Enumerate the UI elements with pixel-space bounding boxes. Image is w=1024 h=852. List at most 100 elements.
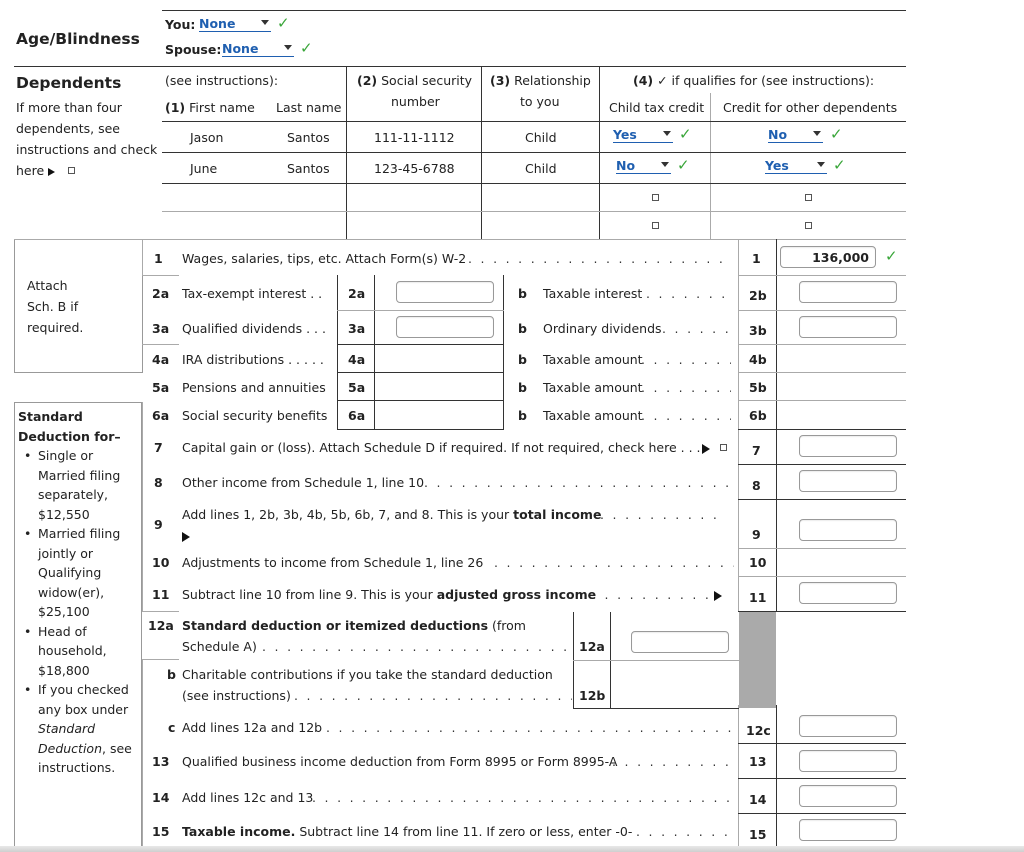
- line-number: 10: [152, 555, 170, 570]
- line3a-qualified-dividends-input[interactable]: [396, 316, 494, 338]
- you-age-blindness-select[interactable]: None: [199, 17, 271, 32]
- line-number: 7: [154, 440, 163, 455]
- line2a-label: Tax-exempt interest . .: [182, 286, 323, 301]
- box-number: 6b: [749, 408, 767, 423]
- col2-header-line2: number: [391, 94, 440, 109]
- deduction-item: Single or Married filing separately, $12…: [24, 446, 138, 524]
- line-letter: b: [518, 352, 527, 367]
- col3-header: (3) Relationship: [490, 73, 591, 88]
- line9-total-income-input[interactable]: [799, 519, 897, 541]
- divider: [738, 310, 906, 311]
- divider: [346, 66, 347, 240]
- spouse-label: Spouse:: [165, 42, 222, 57]
- standard-deduction-title: Deduction for–: [18, 428, 121, 444]
- box-number: 6a: [348, 408, 366, 423]
- line11-agi-input[interactable]: [799, 582, 897, 604]
- dependent-relationship: Child: [525, 130, 557, 145]
- line-number: 14: [152, 790, 170, 805]
- deduction-text: Married filing: [38, 526, 121, 541]
- line9-label-bold: total income: [513, 507, 602, 522]
- line5b-label: Taxable amount: [543, 380, 643, 395]
- col-num: (3): [490, 73, 511, 88]
- chevron-down-icon: [663, 131, 671, 136]
- line11-label: Subtract line 10 from line 9. This is yo…: [182, 587, 596, 602]
- divider: [776, 239, 777, 611]
- dependent-ssn: 111-11-1112: [374, 130, 455, 145]
- divider: [503, 275, 504, 429]
- deduction-amount: $25,100: [38, 604, 90, 619]
- dependent-first-name: Jason: [190, 130, 224, 145]
- line2b-taxable-interest-input[interactable]: [799, 281, 897, 303]
- line-number: 2a: [152, 286, 170, 301]
- divider: [142, 275, 179, 276]
- line-number: 5a: [152, 380, 170, 395]
- dependents-note: dependents, see: [16, 121, 120, 136]
- line3b-label: Ordinary dividends: [543, 321, 662, 336]
- leader-dots: . . . . . . . . . . . . . . . .: [600, 507, 724, 522]
- box-number: 13: [749, 754, 767, 769]
- line7-capital-gain-input[interactable]: [799, 435, 897, 457]
- child-tax-credit-checkbox[interactable]: [652, 222, 659, 229]
- child-tax-credit-checkbox[interactable]: [652, 194, 659, 201]
- arrow-right-icon: [48, 168, 56, 176]
- select-value: None: [222, 41, 259, 56]
- line-number: 4a: [152, 352, 170, 367]
- deduction-text: , see: [102, 740, 132, 756]
- select-value: Yes: [613, 127, 637, 142]
- divider: [738, 778, 906, 779]
- line2a-tax-exempt-interest-input[interactable]: [396, 281, 494, 303]
- divider: [738, 275, 906, 276]
- line12a-label-text: (from: [488, 618, 526, 633]
- divider: [142, 611, 179, 612]
- more-dependents-checkbox[interactable]: [68, 167, 75, 174]
- divider: [337, 372, 504, 373]
- line13-qbi-deduction-input[interactable]: [799, 750, 897, 772]
- deduction-text: Standard: [38, 721, 96, 736]
- line3b-ordinary-dividends-input[interactable]: [799, 316, 897, 338]
- divider: [738, 400, 906, 401]
- box-number: 3b: [749, 323, 767, 338]
- line1-wages-input[interactable]: [780, 246, 876, 268]
- attach-note: Attach: [27, 278, 68, 293]
- line-number: 12a: [148, 618, 174, 633]
- line-number: 15: [152, 824, 170, 839]
- line7-no-schedule-d-checkbox[interactable]: [720, 444, 727, 451]
- credit-other-select[interactable]: Yes: [765, 159, 827, 174]
- divider: [337, 310, 504, 311]
- child-tax-credit-select[interactable]: Yes: [613, 128, 673, 143]
- child-tax-credit-select[interactable]: No: [616, 159, 671, 174]
- box-number: 4a: [348, 352, 366, 367]
- divider: [162, 211, 906, 212]
- spouse-age-blindness-select[interactable]: None: [222, 42, 294, 57]
- divider: [142, 344, 179, 345]
- credit-other-checkbox[interactable]: [805, 222, 812, 229]
- line-number: 6a: [152, 408, 170, 423]
- credit-other-checkbox[interactable]: [805, 194, 812, 201]
- deduction-text: jointly or: [38, 545, 94, 561]
- line4b-label: Taxable amount: [543, 352, 643, 367]
- box-number: 7: [752, 443, 761, 458]
- deduction-text: Deduction: [38, 740, 102, 756]
- chevron-down-icon: [813, 131, 821, 136]
- check-icon: ✓: [833, 156, 846, 174]
- check-icon: ✓: [679, 125, 692, 143]
- attach-note: required.: [27, 320, 84, 335]
- deduction-item: If you checked any box under Standard De…: [24, 680, 138, 778]
- line8-other-income-input[interactable]: [799, 470, 897, 492]
- line15-taxable-income-input[interactable]: [799, 819, 897, 841]
- standard-deduction-title: Standard: [18, 409, 83, 424]
- line14-total-input[interactable]: [799, 785, 897, 807]
- credit-other-select[interactable]: No: [768, 128, 823, 143]
- line12c-label: Add lines 12a and 12b: [182, 720, 323, 735]
- col2-header: (2) Social security: [357, 73, 472, 88]
- arrow-right-icon: [714, 588, 722, 603]
- leader-dots: . . . . . . . . . . . . . . . . . . . . …: [262, 639, 568, 654]
- first-name-header: First name: [189, 100, 255, 115]
- select-value: Yes: [765, 158, 789, 173]
- deduction-text: separately,: [38, 487, 109, 502]
- dependent-last-name: Santos: [287, 130, 330, 145]
- line10-label: Adjustments to income from Schedule 1, l…: [182, 555, 484, 570]
- check-icon: ✓: [277, 14, 290, 32]
- line12a-standard-deduction-input[interactable]: [631, 631, 729, 653]
- line12c-total-deductions-input[interactable]: [799, 715, 897, 737]
